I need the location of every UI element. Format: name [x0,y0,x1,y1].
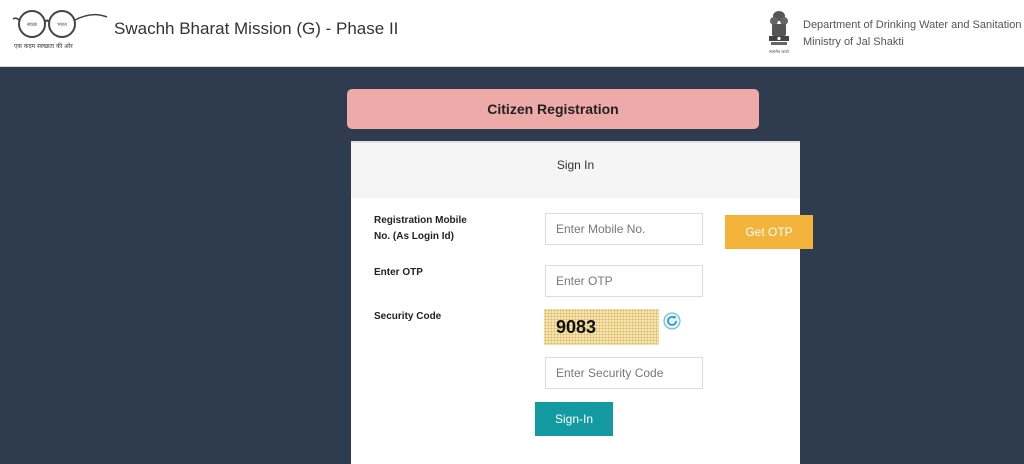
department-name: Department of Drinking Water and Sanitat… [803,19,1022,31]
ministry-name: Ministry of Jal Shakti [803,36,904,48]
security-code-input[interactable] [545,357,703,389]
swachh-bharat-logo[interactable]: स्वच्छ भारत एक कदम स्वच्छता की ओर [12,9,108,55]
sign-in-heading: Sign In [351,143,800,198]
logo-tagline: एक कदम स्वच्छता की ओर [14,43,73,50]
site-title: Swachh Bharat Mission (G) - Phase II [114,19,399,38]
site-header: स्वच्छ भारत एक कदम स्वच्छता की ओर Swachh… [0,0,1024,67]
mobile-label-line1: Registration Mobile [374,215,467,226]
security-code-label: Security Code [374,311,442,322]
mobile-input[interactable] [545,213,703,245]
svg-text:भारत: भारत [57,22,67,28]
gandhi-spectacles-icon: स्वच्छ भारत [12,10,108,38]
get-otp-button[interactable]: Get OTP [725,215,813,249]
mobile-label: Registration Mobile No. (As Login Id) [374,213,467,245]
sign-in-button[interactable]: Sign-In [535,402,613,436]
sign-in-card: Sign In Registration Mobile No. (As Logi… [351,141,813,464]
svg-text:सत्यमेव जयते: सत्यमेव जयते [769,49,789,54]
refresh-icon[interactable] [663,312,681,330]
mobile-label-line2: No. (As Login Id) [374,231,454,242]
department-info: Department of Drinking Water and Sanitat… [803,17,1021,51]
citizen-registration-banner[interactable]: Citizen Registration [347,89,759,129]
otp-label: Enter OTP [374,267,423,278]
otp-input[interactable] [545,265,703,297]
captcha-image: 9083 [544,309,659,345]
svg-text:स्वच्छ: स्वच्छ [27,22,38,28]
national-emblem-icon: सत्यमेव जयते [766,9,792,55]
